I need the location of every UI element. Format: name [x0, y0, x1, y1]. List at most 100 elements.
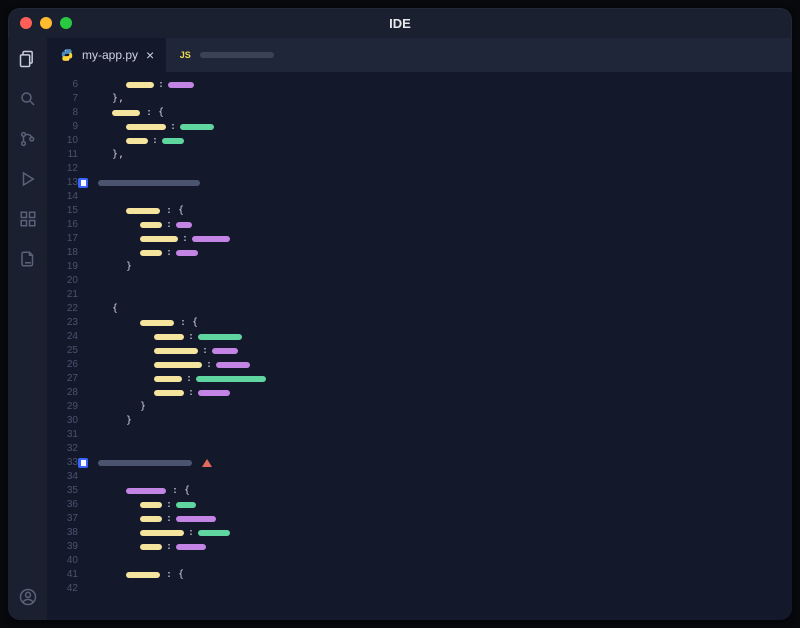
code-line: :: [86, 386, 792, 400]
value-token-green: [176, 502, 196, 508]
brace-token: : {: [166, 570, 184, 580]
colon-token: :: [166, 248, 172, 258]
colon-token: :: [182, 234, 188, 244]
key-token: [154, 348, 198, 354]
search-icon[interactable]: [17, 88, 39, 110]
line-number: 35: [48, 484, 86, 498]
key-token: [154, 334, 184, 340]
python-file-icon: [60, 48, 74, 62]
line-number: 29: [48, 400, 86, 414]
line-number: 34: [48, 470, 86, 484]
tab-my-app-py[interactable]: my-app.py ×: [48, 38, 166, 72]
colon-token: :: [170, 122, 176, 132]
colon-token: :: [152, 136, 158, 146]
tab-label-placeholder: [200, 52, 274, 58]
comment-token: [98, 180, 200, 186]
zoom-window-button[interactable]: [60, 17, 72, 29]
colon-token: :: [188, 388, 194, 398]
colon-token: :: [202, 346, 208, 356]
code-line: [86, 554, 792, 568]
code-line: :: [86, 134, 792, 148]
value-token-green: [162, 138, 184, 144]
brace-token: : {: [146, 108, 164, 118]
code-line: :: [86, 218, 792, 232]
code-line: }: [86, 260, 792, 274]
line-number: 28: [48, 386, 86, 400]
window-title: IDE: [8, 16, 792, 31]
code-line: :: [86, 344, 792, 358]
code-line: [86, 190, 792, 204]
run-icon[interactable]: [17, 168, 39, 190]
brace-token: : {: [180, 318, 198, 328]
line-number: 39: [48, 540, 86, 554]
minimize-window-button[interactable]: [40, 17, 52, 29]
colon-token: :: [166, 500, 172, 510]
js-file-icon: JS: [178, 48, 192, 62]
code-line: },: [86, 148, 792, 162]
code-line: [86, 442, 792, 456]
code-lines: :},: {::},: {:::}{: {:::::}}: {::::: {: [86, 72, 792, 620]
line-number: 32: [48, 442, 86, 456]
line-number: 8: [48, 106, 86, 120]
value-token-purple: [176, 516, 216, 522]
line-number: 14: [48, 190, 86, 204]
comment-token: [98, 460, 192, 466]
warning-icon[interactable]: [202, 459, 212, 467]
close-window-button[interactable]: [20, 17, 32, 29]
line-number: 10: [48, 134, 86, 148]
code-line: [86, 288, 792, 302]
line-number: 41: [48, 568, 86, 582]
line-number: 19: [48, 260, 86, 274]
colon-token: :: [166, 220, 172, 230]
code-line: :: [86, 232, 792, 246]
files-icon[interactable]: [17, 48, 39, 70]
value-token-purple: [216, 362, 250, 368]
value-token-purple: [176, 222, 192, 228]
tab-label: my-app.py: [82, 48, 138, 62]
code-line: :: [86, 526, 792, 540]
line-number: 30: [48, 414, 86, 428]
key-token: [126, 208, 160, 214]
value-token-green: [198, 530, 230, 536]
line-number: 37: [48, 512, 86, 526]
code-line: : {: [86, 568, 792, 582]
key-token: [140, 516, 162, 522]
code-line: : {: [86, 484, 792, 498]
line-number: 36: [48, 498, 86, 512]
key-token: [154, 376, 182, 382]
code-line: : {: [86, 316, 792, 330]
brace-token: }: [126, 262, 132, 272]
line-number: 23: [48, 316, 86, 330]
line-number: 17: [48, 232, 86, 246]
key-token: [140, 544, 162, 550]
code-line: : {: [86, 106, 792, 120]
line-number: 9: [48, 120, 86, 134]
brace-token: }: [140, 402, 146, 412]
code-line: :: [86, 540, 792, 554]
key-token: [140, 530, 184, 536]
line-number: 38: [48, 526, 86, 540]
value-token-purple: [192, 236, 230, 242]
account-icon[interactable]: [17, 586, 39, 608]
brace-token: },: [112, 150, 124, 160]
window-controls: [20, 17, 72, 29]
export-icon[interactable]: [17, 248, 39, 270]
code-line: }: [86, 414, 792, 428]
workbench: my-app.py × JS 6789101112131415161718192…: [8, 38, 792, 620]
line-number: 24: [48, 330, 86, 344]
value-token-purple: [212, 348, 238, 354]
line-number: 6: [48, 78, 86, 92]
source-control-icon[interactable]: [17, 128, 39, 150]
key-token: [126, 572, 160, 578]
editor-group: my-app.py × JS 6789101112131415161718192…: [48, 38, 792, 620]
code-line: :: [86, 512, 792, 526]
value-token-purple: [126, 488, 166, 494]
line-number: 22: [48, 302, 86, 316]
close-tab-icon[interactable]: ×: [146, 48, 154, 62]
code-editor[interactable]: 6789101112131415161718192021222324252627…: [48, 72, 792, 620]
extensions-icon[interactable]: [17, 208, 39, 230]
ide-window: IDE: [8, 8, 792, 620]
value-token-purple: [176, 250, 198, 256]
tab-js-file[interactable]: JS: [166, 38, 286, 72]
line-number: 11: [48, 148, 86, 162]
